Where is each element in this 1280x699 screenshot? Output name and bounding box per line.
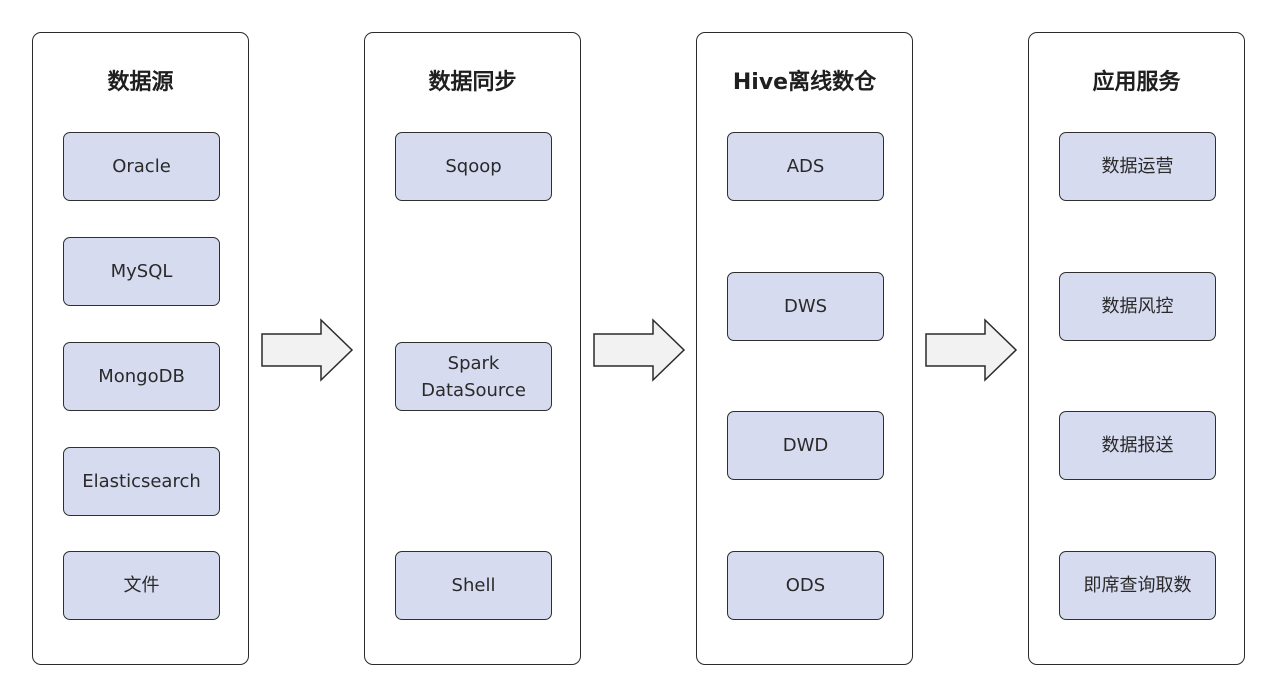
node-mysql[interactable]: MySQL [63, 237, 220, 306]
column-data-source: 数据源 Oracle MySQL MongoDB Elasticsearch 文… [32, 32, 249, 665]
node-data-risk-control[interactable]: 数据风控 [1059, 272, 1216, 341]
node-adhoc-query[interactable]: 即席查询取数 [1059, 551, 1216, 620]
column-title: 数据源 [107, 70, 174, 95]
node-spark-datasource[interactable]: Spark DataSource [395, 342, 552, 411]
node-elasticsearch[interactable]: Elasticsearch [63, 447, 220, 516]
node-ods[interactable]: ODS [727, 551, 884, 620]
node-data-reporting[interactable]: 数据报送 [1059, 411, 1216, 480]
column-title: 应用服务 [1092, 70, 1181, 95]
column-title: 数据同步 [428, 70, 517, 95]
node-ads[interactable]: ADS [727, 132, 884, 201]
column-data-sync: 数据同步 Sqoop Spark DataSource Shell [364, 32, 581, 665]
node-dws[interactable]: DWS [727, 272, 884, 341]
arrow-right-icon [593, 318, 686, 382]
node-data-operations[interactable]: 数据运营 [1059, 132, 1216, 201]
node-dwd[interactable]: DWD [727, 411, 884, 480]
arrow-right-icon [925, 318, 1018, 382]
column-hive-warehouse: Hive离线数仓 ADS DWS DWD ODS [696, 32, 913, 665]
arrow-right-icon [261, 318, 354, 382]
node-shell[interactable]: Shell [395, 551, 552, 620]
node-file[interactable]: 文件 [63, 551, 220, 620]
node-mongodb[interactable]: MongoDB [63, 342, 220, 411]
node-sqoop[interactable]: Sqoop [395, 132, 552, 201]
column-app-services: 应用服务 数据运营 数据风控 数据报送 即席查询取数 [1028, 32, 1245, 665]
column-title: Hive离线数仓 [732, 70, 877, 95]
node-oracle[interactable]: Oracle [63, 132, 220, 201]
